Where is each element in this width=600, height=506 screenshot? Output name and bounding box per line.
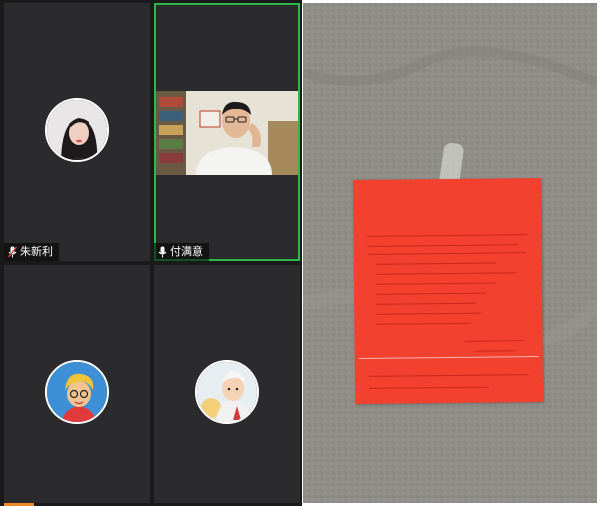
mic-icon <box>158 246 167 258</box>
participant-tile-4[interactable] <box>154 265 300 503</box>
participant-video-feed <box>156 91 298 175</box>
participant-name-tag: 付满意 <box>154 243 209 261</box>
participant-tile-3[interactable] <box>4 265 150 503</box>
participant-avatar <box>45 98 109 162</box>
participant-name: 朱新利 <box>20 245 53 258</box>
participant-tile-zhu-xinli[interactable]: 朱新利 <box>4 3 150 261</box>
participant-name: 付满意 <box>170 245 203 258</box>
participant-tile-fu-manyi[interactable]: 付满意 <box>154 3 300 261</box>
wall-notice-photo <box>303 3 597 503</box>
participant-name-tag: 朱新利 <box>4 243 59 261</box>
participant-avatar <box>195 360 259 424</box>
participant-avatar <box>45 360 109 424</box>
video-meeting-grid: 朱新利 付满意 <box>0 0 302 506</box>
red-notice-paper <box>352 178 544 404</box>
mic-muted-icon <box>7 246 18 258</box>
